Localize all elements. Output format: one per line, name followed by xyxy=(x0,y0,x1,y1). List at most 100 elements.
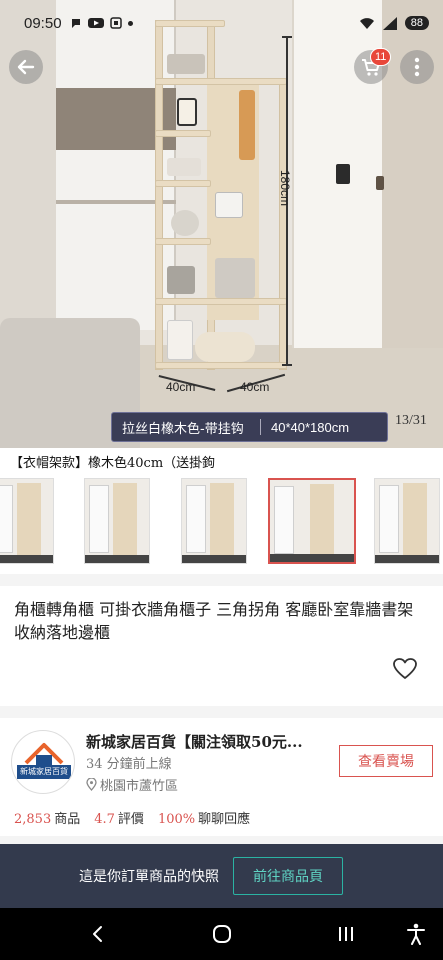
cart-count-badge: 11 xyxy=(370,48,392,66)
thumb-shelf xyxy=(310,484,334,556)
stat-products: 2,853 商品 xyxy=(14,808,80,827)
thumb-shelf xyxy=(210,483,234,555)
section-divider xyxy=(0,706,443,718)
nav-recents-button[interactable] xyxy=(332,920,360,948)
stat-products-count: 2,853 xyxy=(14,812,52,827)
image-door-knob xyxy=(376,176,384,190)
image-variant-caption: 拉丝白橡木色-带挂钩 40*40*180cm xyxy=(111,412,388,442)
status-notification-icons xyxy=(70,17,133,29)
thumb-door xyxy=(0,485,13,553)
more-options-button[interactable] xyxy=(400,50,434,84)
arrow-left-icon xyxy=(17,59,35,75)
shop-logo-text: 新城家居百貨 xyxy=(17,765,71,779)
section-divider xyxy=(0,574,443,586)
variant-caption-name: 拉丝白橡木色-带挂钩 xyxy=(122,421,244,437)
screenshot-icon xyxy=(109,17,122,29)
variant-thumbnail-4-selected[interactable] xyxy=(268,478,356,564)
shop-avatar[interactable]: 新城家居百貨 xyxy=(11,730,75,794)
accessibility-icon xyxy=(407,923,425,945)
variant-thumbnail-strip[interactable] xyxy=(0,476,443,568)
stat-rating-value: 4.7 xyxy=(94,812,115,827)
width-dimension-left: 40cm xyxy=(166,380,196,394)
wifi-icon xyxy=(359,17,374,29)
shop-location-text: 桃園市蘆竹區 xyxy=(100,779,179,794)
status-bar: 09:50 88 xyxy=(0,0,443,46)
shelf-item-basket xyxy=(167,266,195,294)
status-time: 09:50 xyxy=(24,14,62,32)
stat-rating-label: 評價 xyxy=(117,812,144,827)
thumb-caption xyxy=(85,555,149,563)
thumb-door xyxy=(379,485,399,553)
recents-icon xyxy=(339,927,353,941)
shelf-board xyxy=(155,238,211,245)
system-nav-bar xyxy=(0,908,443,960)
shelf-item-box xyxy=(215,258,255,298)
thumb-caption xyxy=(182,555,246,563)
back-button[interactable] xyxy=(9,50,43,84)
variant-thumbnail-3[interactable] xyxy=(181,478,247,564)
product-title: 角櫃轉角櫃 可掛衣牆角櫃子 三角拐角 客廳卧室靠牆書架 收納落地邊櫃 xyxy=(14,600,414,642)
home-circle-icon xyxy=(213,925,231,943)
shelf-item-hat-box xyxy=(195,332,255,362)
shelf-item-coat xyxy=(239,90,255,160)
width-dimension-right: 40cm xyxy=(240,380,270,394)
go-to-product-button[interactable]: 前往商品頁 xyxy=(233,857,343,895)
battery-indicator: 88 xyxy=(404,16,429,30)
snapshot-bar: 這是你訂單商品的快照 前往商品頁 xyxy=(0,844,443,908)
status-right: 88 xyxy=(359,16,429,30)
shelf-item-books xyxy=(167,158,201,176)
shelf-board xyxy=(155,180,211,187)
heart-icon[interactable] xyxy=(392,656,418,682)
shop-location: 桃園市蘆竹區 xyxy=(86,775,178,794)
more-vertical-icon xyxy=(414,57,420,77)
image-page-counter: 13/31 xyxy=(395,413,427,428)
selected-variant-label: 【衣帽架款】橡木色40cm（送掛鉤 xyxy=(10,456,216,471)
stat-products-label: 商品 xyxy=(54,812,81,827)
variant-caption-size: 40*40*180cm xyxy=(271,419,350,435)
shelf-side xyxy=(155,20,163,370)
thumb-caption xyxy=(0,555,53,563)
thumb-caption xyxy=(270,554,354,562)
shelf-item-bag xyxy=(215,192,243,218)
snapshot-notice: 這是你訂單商品的快照 xyxy=(79,869,219,885)
youtube-icon xyxy=(87,18,104,28)
shop-stats: 2,853 商品 4.7 評價 100% 聊聊回應 xyxy=(14,808,250,827)
dot-icon xyxy=(127,20,133,26)
thumb-shelf xyxy=(403,483,427,555)
shelf-item-paper-bag xyxy=(167,320,193,360)
shelf-board xyxy=(155,78,287,85)
nav-home-button[interactable] xyxy=(208,920,236,948)
image-corner-shelf xyxy=(155,20,287,370)
variant-thumbnail-5[interactable] xyxy=(374,478,440,564)
shop-last-online: 34 分鐘前上線 xyxy=(86,757,172,772)
stat-response-label: 聊聊回應 xyxy=(198,812,251,827)
shelf-board xyxy=(155,298,287,305)
nav-accessibility-button[interactable] xyxy=(402,920,430,948)
thumb-door xyxy=(186,485,206,553)
thumb-shelf xyxy=(17,483,41,555)
shelf-item-decor xyxy=(171,210,199,236)
chat-icon xyxy=(71,19,80,28)
stat-response-rate: 100% xyxy=(157,812,196,827)
shelf-board xyxy=(155,362,287,369)
shop-name[interactable]: 新城家居百貨【關注領取50元... xyxy=(86,731,303,752)
variant-thumbnail-1[interactable] xyxy=(0,478,54,564)
signal-icon xyxy=(382,16,397,30)
thumb-door xyxy=(89,485,109,553)
shelf-board xyxy=(155,130,211,137)
variant-thumbnail-2[interactable] xyxy=(84,478,150,564)
chevron-left-icon xyxy=(93,926,102,942)
image-door-lock xyxy=(336,164,350,184)
section-divider xyxy=(0,836,443,844)
thumb-door xyxy=(274,486,294,554)
stat-response: 100% 聊聊回應 xyxy=(158,808,250,827)
height-dimension-label: 180cm xyxy=(278,170,292,207)
shelf-item-frame xyxy=(177,98,197,126)
thumb-shelf xyxy=(113,483,137,555)
location-pin-icon xyxy=(86,778,97,791)
variant-caption-divider xyxy=(260,419,261,435)
shelf-item-towels xyxy=(167,54,205,74)
view-shop-button[interactable]: 查看賣場 xyxy=(339,745,433,777)
nav-back-button[interactable] xyxy=(84,920,112,948)
stat-rating: 4.7 評價 xyxy=(94,808,144,827)
